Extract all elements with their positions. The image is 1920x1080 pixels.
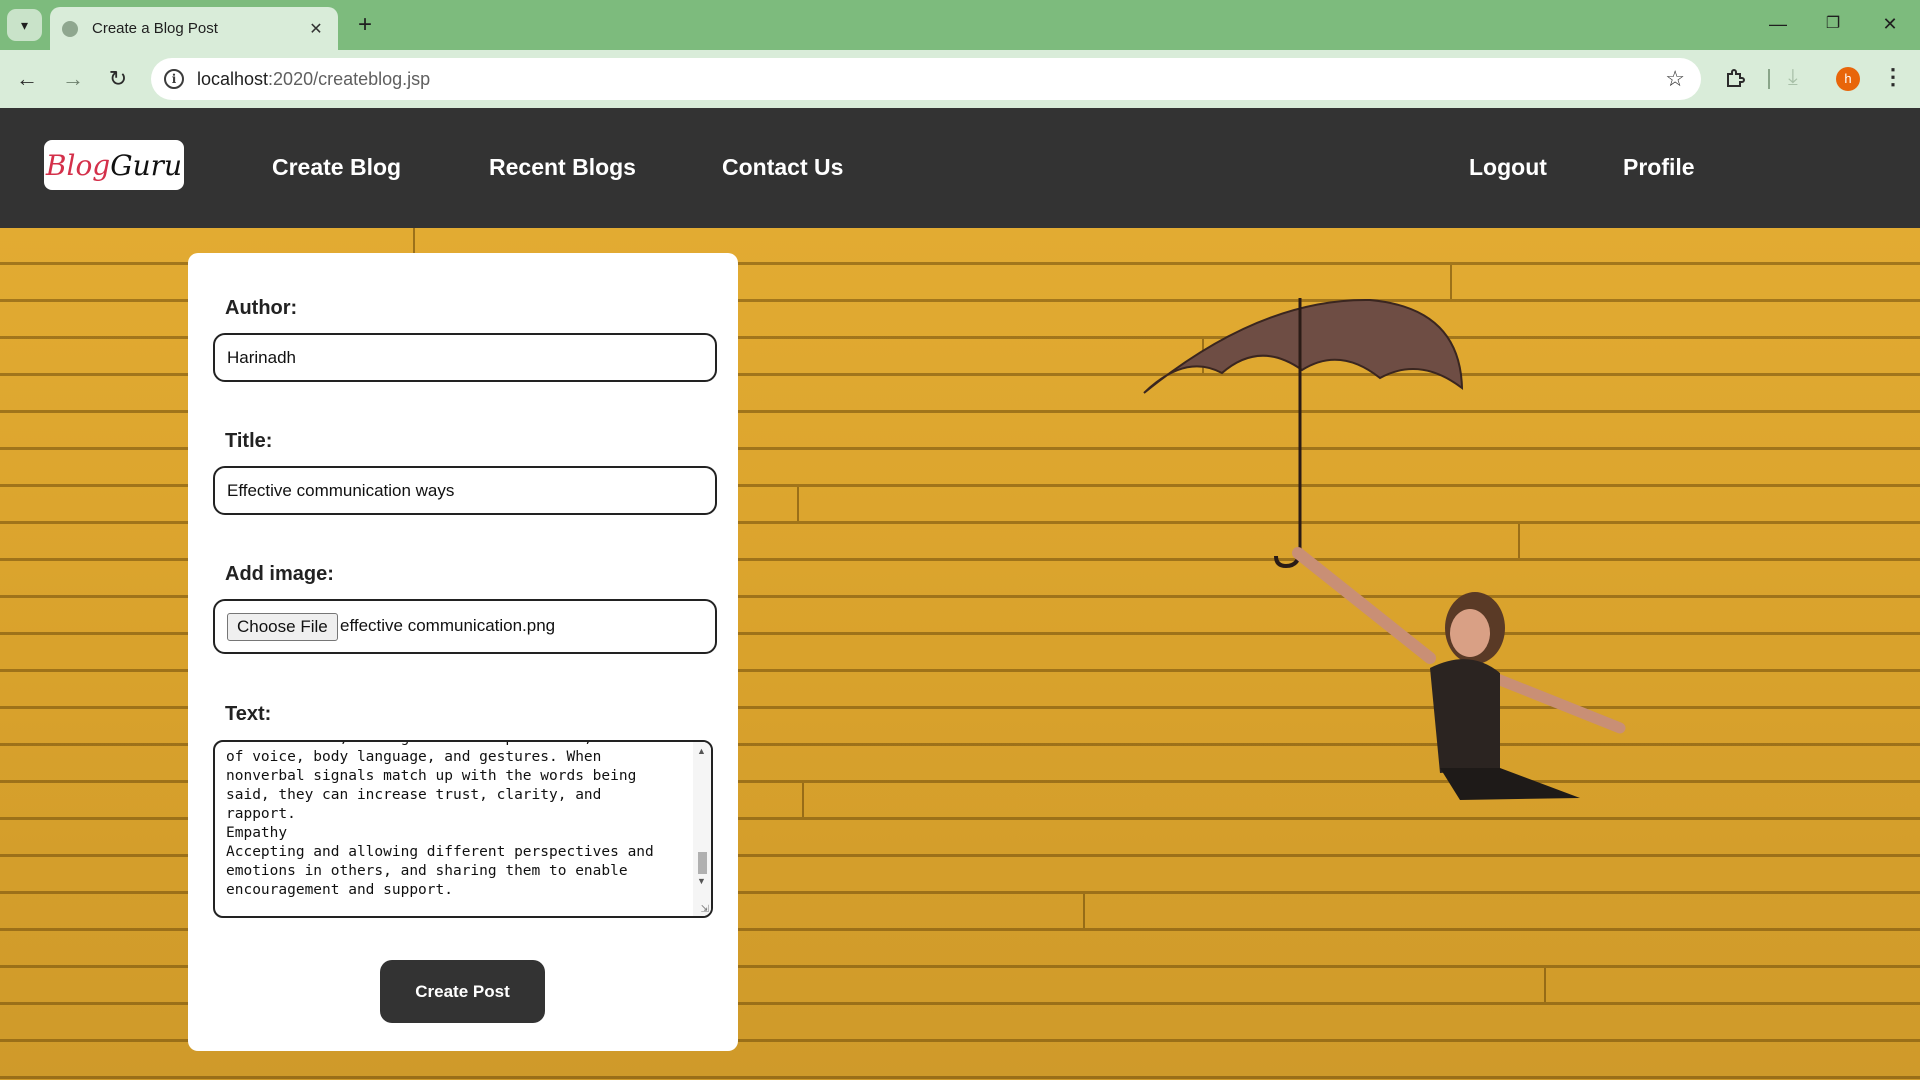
- plank-joint: [802, 783, 804, 817]
- plank-joint: [797, 487, 799, 521]
- plank-joint: [1544, 968, 1546, 1002]
- restore-icon[interactable]: ❐: [1821, 12, 1845, 36]
- textarea-content: written words, through facial expression…: [226, 742, 654, 898]
- title-input[interactable]: Effective communication ways: [213, 466, 717, 515]
- address-bar[interactable]: i localhost:2020/createblog.jsp ☆: [151, 58, 1701, 100]
- nav-contact-us[interactable]: Contact Us: [722, 154, 843, 181]
- author-label: Author:: [225, 297, 298, 319]
- nav-recent-blogs[interactable]: Recent Blogs: [489, 154, 636, 181]
- back-arrow-icon[interactable]: ←: [14, 66, 40, 92]
- scroll-thumb[interactable]: [698, 852, 707, 874]
- tab-title: Create a Blog Post: [92, 20, 218, 37]
- title-value: Effective communication ways: [227, 481, 455, 500]
- chevron-down-icon: ▾: [20, 16, 29, 33]
- window-close-icon[interactable]: ✕: [1878, 12, 1902, 36]
- scroll-up-arrow-icon[interactable]: ▲: [697, 746, 706, 756]
- reload-icon[interactable]: ↻: [105, 66, 131, 92]
- choose-file-button[interactable]: Choose File: [227, 613, 338, 641]
- browser-tabstrip: ▾ Create a Blog Post ✕ + — ❐ ✕: [0, 0, 1920, 50]
- image-file-input[interactable]: Choose File effective communication.png: [213, 599, 717, 654]
- site-info-icon[interactable]: i: [164, 69, 184, 89]
- plank-joint: [1083, 894, 1085, 928]
- nav-create-blog[interactable]: Create Blog: [272, 154, 401, 181]
- browser-tab-active[interactable]: Create a Blog Post ✕: [50, 7, 338, 50]
- text-textarea[interactable]: written words, through facial expression…: [213, 740, 713, 918]
- toolbar-separator: [1768, 69, 1770, 89]
- umbrella-illustration: [1143, 298, 1464, 569]
- browser-toolbar: ← → ↻ i localhost:2020/createblog.jsp ☆ …: [0, 50, 1920, 108]
- forward-arrow-icon[interactable]: →: [60, 66, 86, 92]
- image-label: Add image:: [225, 563, 334, 585]
- create-post-button[interactable]: Create Post: [380, 960, 545, 1023]
- site-logo[interactable]: Blog Guru: [44, 140, 184, 190]
- hero-photo: [1143, 298, 1626, 800]
- title-label: Title:: [225, 430, 273, 452]
- address-url: localhost:2020/createblog.jsp: [197, 69, 431, 89]
- nav-profile[interactable]: Profile: [1623, 154, 1695, 181]
- nav-logout[interactable]: Logout: [1469, 154, 1547, 181]
- globe-icon: [62, 20, 78, 37]
- tab-search-button[interactable]: ▾: [7, 9, 42, 41]
- close-icon[interactable]: ✕: [306, 19, 326, 39]
- author-input[interactable]: Harinadh: [213, 333, 717, 382]
- extensions-puzzle-icon[interactable]: [1724, 66, 1748, 90]
- resize-handle-icon[interactable]: ⇲: [701, 904, 709, 915]
- create-post-form: Author: Harinadh Title: Effective commun…: [188, 253, 738, 1051]
- new-tab-button[interactable]: +: [352, 12, 378, 38]
- selected-file-name: effective communication.png: [340, 616, 556, 635]
- profile-avatar[interactable]: h: [1836, 67, 1860, 91]
- site-navbar: Blog Guru Create Blog Recent Blogs Contac…: [0, 108, 1920, 228]
- download-icon[interactable]: ⤓: [1788, 64, 1798, 90]
- bookmark-star-icon[interactable]: ☆: [1665, 66, 1685, 92]
- text-label: Text:: [225, 703, 272, 725]
- author-value: Harinadh: [227, 348, 296, 367]
- scroll-down-arrow-icon[interactable]: ▼: [697, 876, 706, 886]
- minimize-icon[interactable]: —: [1766, 12, 1790, 36]
- page-viewport: Blog Guru Create Blog Recent Blogs Contac…: [0, 108, 1920, 1080]
- textarea-scrollbar[interactable]: ▲ ▼: [693, 742, 711, 916]
- browser-menu-icon[interactable]: ⋮: [1882, 64, 1904, 90]
- woman-illustration: [1292, 547, 1626, 800]
